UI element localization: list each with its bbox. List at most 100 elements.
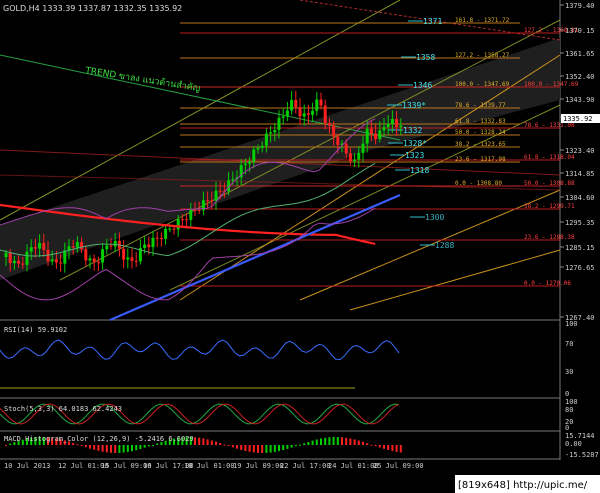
candle-body [281,116,285,118]
candle-body [336,136,340,145]
macd-bar [362,441,364,445]
indicator-axis-label: 100 [565,320,578,328]
candle-body [273,129,277,133]
candle-body [395,118,399,127]
fib-level-label: 0.0 - 1308.80 [455,180,502,187]
macd-bar [399,445,402,453]
candle-body [12,260,16,264]
candle-body [252,149,256,162]
price-axis-label: 1323.40 [565,147,595,155]
candle-body [180,219,184,221]
price-axis-label: 1314.85 [565,170,595,178]
candle-body [4,253,8,257]
level-label: 1323 [405,151,424,160]
candle-body [172,228,176,230]
indicator-axis-label: 80 [565,406,573,414]
candle-body [151,237,155,248]
macd-bar [378,445,381,448]
macd-bar [101,445,104,452]
macd-bar [387,445,390,450]
price-axis-label: 1370.15 [565,27,595,35]
macd-bar [336,437,339,445]
candle-body [260,145,264,148]
candle-body [361,143,365,153]
candle-body [206,200,210,202]
macd-bar [273,445,276,452]
macd-bar [210,440,213,445]
candle-body [256,147,260,150]
current-price-label: 1335.92 [563,115,593,123]
candle-body [25,251,29,265]
macd-bar [84,445,87,448]
macd-bar [303,443,306,445]
indicator-axis-label: 0 [565,424,569,432]
fib-red-label: 0.0 - 1270.06 [524,280,571,287]
fib-level-label: 78.6 - 1339.77 [455,102,506,109]
macd-bar [156,443,159,445]
fib-red-label: 61.8 - 1318.04 [524,154,575,161]
candle-body [17,260,21,264]
candle-body [71,246,75,248]
level-label: 1328* [403,139,427,148]
candle-body [327,123,331,126]
time-axis-label: 25 Jul 09:00 [373,462,424,470]
fib-level-label: 161.8 - 1371.72 [455,17,510,24]
macd-bar [76,444,79,446]
macd-bar [80,445,83,446]
candle-body [189,209,193,220]
candle-body [248,161,252,164]
candle-body [33,247,37,249]
macd-bar [122,445,125,453]
indicator-axis-label: 0.00 [565,440,582,448]
candle-body [122,248,126,260]
candle-body [348,153,352,162]
fib-red-label: 100.0 - 1347.69 [524,81,579,88]
macd-bar [5,445,7,446]
macd-bar [315,439,318,445]
price-axis-label: 1361.65 [565,50,595,58]
rsi-label: RSI(14) 59.9102 [4,326,67,334]
macd-bar [353,439,356,445]
macd-bar [89,445,91,449]
macd-bar [391,445,394,452]
candle-body [357,152,361,160]
candle-body [109,245,113,247]
candle-body [378,130,382,140]
candle-body [101,249,105,263]
macd-bar [219,443,222,445]
macd-bar [236,445,238,449]
time-axis-label: 22 Jul 17:00 [280,462,331,470]
macd-bar [227,445,230,446]
candle-body [386,123,390,128]
macd-bar [311,440,314,445]
macd-bar [294,445,297,447]
level-label: 1339* [402,101,426,110]
candle-body [374,133,378,140]
candle-body [344,143,348,154]
macd-bar [261,445,264,453]
macd-bar [370,444,373,446]
price-axis-label: 1285.15 [565,244,595,252]
candle-body [21,263,25,265]
level-label: 1300 [425,213,444,222]
macd-bar [299,444,301,446]
candle-body [92,258,96,262]
candle-body [84,249,88,261]
candle-body [369,128,373,134]
macd-bar [97,445,100,451]
macd-bar [206,439,209,445]
candle-body [382,127,386,131]
macd-bar [105,445,108,453]
level-label: 1288 [435,241,454,250]
macd-bar [126,445,129,452]
stoch-label: Stoch(5,3,3) 64.0183 62.4243 [4,405,122,413]
macd-bar [278,445,280,452]
candle-body [264,133,268,146]
macd-bar [290,445,293,448]
trading-chart[interactable]: 1371 1358 1346 1339* 1332 1328* 1323 1318 1300 12… [0,0,600,493]
candle-body [390,118,394,124]
macd-bar [320,438,322,445]
level-label: 1318 [410,166,429,175]
macd-bar [202,438,205,445]
macd-bar [244,445,247,451]
